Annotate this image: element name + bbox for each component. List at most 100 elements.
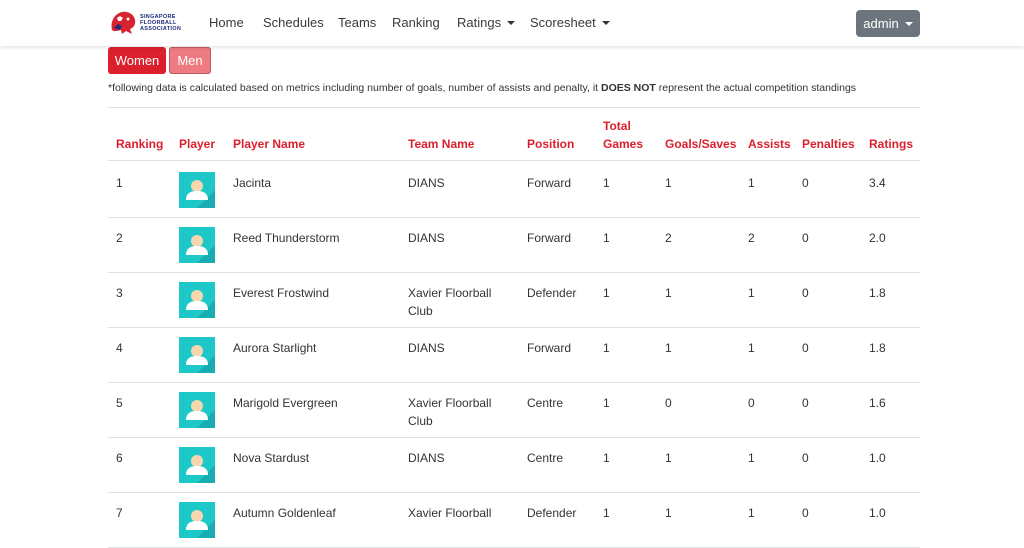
cell-assists: 1	[748, 176, 755, 190]
cell-goals-saves: 0	[665, 396, 672, 410]
cell-ranking: 7	[116, 506, 123, 520]
team-name-line: Club	[408, 414, 433, 428]
cell-goals-saves: 1	[665, 341, 672, 355]
cell-player-name[interactable]: Jacinta	[233, 174, 271, 192]
cell-ratings: 1.8	[869, 286, 886, 300]
cell-position: Forward	[527, 231, 572, 245]
cell-ranking: 2	[116, 231, 123, 245]
cell-assists: 1	[748, 341, 755, 355]
cell-player-name[interactable]: Autumn Goldenleaf	[233, 504, 336, 522]
cell-penalties: 0	[802, 286, 809, 300]
cell-penalties: 0	[802, 506, 809, 520]
admin-dropdown-button[interactable]: admin	[856, 10, 920, 37]
player-avatar-icon[interactable]	[179, 447, 215, 483]
cell-total-games: 1	[603, 506, 610, 520]
header-penalties: Penalties	[802, 137, 855, 151]
table-row: 2 Reed Thunderstorm DIANS Forward 1 2 2 0 2.0	[108, 217, 920, 273]
cell-ranking: 5	[116, 396, 123, 410]
table-row: 6 Nova Stardust DIANS Centre 1 1 1 0 1.0	[108, 437, 920, 493]
cell-total-games: 1	[603, 231, 610, 245]
player-avatar-icon[interactable]	[179, 392, 215, 428]
lion-logo-icon	[111, 11, 136, 34]
caret-down-icon	[904, 21, 913, 26]
cell-position: Centre	[527, 396, 564, 410]
men-button[interactable]: Men	[169, 47, 211, 74]
nav-ratings-label: Ratings	[457, 15, 502, 30]
header-total-games-line1: Total	[603, 119, 631, 133]
player-avatar-icon[interactable]	[179, 227, 215, 263]
player-avatar-icon[interactable]	[179, 282, 215, 318]
cell-ranking: 3	[116, 286, 123, 300]
player-avatar-icon[interactable]	[179, 337, 215, 373]
table-row: 3 Everest Frostwind Xavier Floorball Club De…	[108, 272, 920, 328]
caret-down-icon	[601, 21, 610, 25]
cell-position: Forward	[527, 176, 572, 190]
cell-player-name[interactable]: Reed Thunderstorm	[233, 229, 340, 247]
player-avatar-icon[interactable]	[179, 172, 215, 208]
admin-label: admin	[863, 16, 899, 31]
cell-ratings: 2.0	[869, 231, 886, 245]
cell-assists: 1	[748, 286, 755, 300]
table-row: 1 Jacinta DIANS Forward 1 1 1 0 3.4	[108, 162, 920, 218]
nav-ranking[interactable]: Ranking	[392, 15, 440, 30]
header-goals-saves: Goals/Saves	[665, 137, 737, 151]
cell-penalties: 0	[802, 451, 809, 465]
header-player: Player	[179, 137, 216, 151]
cell-team-name: Xavier Floorball	[408, 504, 491, 522]
cell-total-games: 1	[603, 176, 610, 190]
nav-ratings-dropdown[interactable]: Ratings	[457, 15, 516, 30]
note-text-pre: *following data is calculated based on m…	[108, 82, 601, 94]
cell-team-name: DIANS	[408, 174, 445, 192]
table-top-divider	[108, 107, 920, 108]
disclaimer-note: *following data is calculated based on m…	[108, 82, 856, 94]
cell-ranking: 6	[116, 451, 123, 465]
cell-position: Defender	[527, 286, 577, 300]
table-row: 4 Aurora Starlight DIANS Forward 1 1 1 0 1.8	[108, 327, 920, 383]
cell-ratings: 1.0	[869, 451, 886, 465]
table-row: 7 Autumn Goldenleaf Xavier Floorball Defend…	[108, 492, 920, 548]
cell-goals-saves: 1	[665, 506, 672, 520]
team-name-line: Club	[408, 304, 433, 318]
cell-penalties: 0	[802, 396, 809, 410]
cell-player-name[interactable]: Nova Stardust	[233, 449, 309, 467]
cell-team-name: DIANS	[408, 449, 445, 467]
women-button[interactable]: Women	[108, 47, 166, 74]
cell-ratings: 1.0	[869, 506, 886, 520]
header-total-games: Total Games	[603, 117, 643, 153]
nav-schedules[interactable]: Schedules	[263, 15, 324, 30]
sfa-logo[interactable]: SINGAPORE FLOORBALL ASSOCIATION	[108, 8, 198, 38]
cell-total-games: 1	[603, 286, 610, 300]
cell-penalties: 0	[802, 176, 809, 190]
navbar: SINGAPORE FLOORBALL ASSOCIATION Home Sch…	[0, 0, 1024, 46]
cell-position: Centre	[527, 451, 564, 465]
cell-total-games: 1	[603, 451, 610, 465]
cell-total-games: 1	[603, 341, 610, 355]
team-name-line: DIANS	[408, 341, 445, 355]
cell-goals-saves: 1	[665, 286, 672, 300]
header-ratings: Ratings	[869, 137, 914, 151]
header-total-games-line2: Games	[603, 137, 644, 151]
cell-assists: 1	[748, 506, 755, 520]
team-name-line: Xavier Floorball	[408, 396, 492, 410]
nav-scoresheet-dropdown[interactable]: Scoresheet	[530, 15, 610, 30]
cell-team-name: DIANS	[408, 339, 445, 357]
cell-goals-saves: 1	[665, 451, 672, 465]
cell-position: Defender	[527, 506, 577, 520]
caret-down-icon	[507, 21, 516, 25]
logo-text: SINGAPORE FLOORBALL ASSOCIATION	[140, 14, 182, 32]
cell-team-name: Xavier Floorball Club	[408, 284, 491, 320]
cell-goals-saves: 2	[665, 231, 672, 245]
team-name-line: DIANS	[408, 451, 445, 465]
cell-player-name[interactable]: Everest Frostwind	[233, 284, 329, 302]
cell-penalties: 0	[802, 231, 809, 245]
nav-home[interactable]: Home	[209, 15, 244, 30]
cell-goals-saves: 1	[665, 176, 672, 190]
cell-total-games: 1	[603, 396, 610, 410]
player-avatar-icon[interactable]	[179, 502, 215, 538]
cell-player-name[interactable]: Marigold Evergreen	[233, 394, 338, 412]
cell-player-name[interactable]: Aurora Starlight	[233, 339, 316, 357]
cell-assists: 0	[748, 396, 755, 410]
cell-team-name: Xavier Floorball Club	[408, 394, 491, 430]
nav-teams[interactable]: Teams	[338, 15, 376, 30]
cell-ratings: 3.4	[869, 176, 886, 190]
